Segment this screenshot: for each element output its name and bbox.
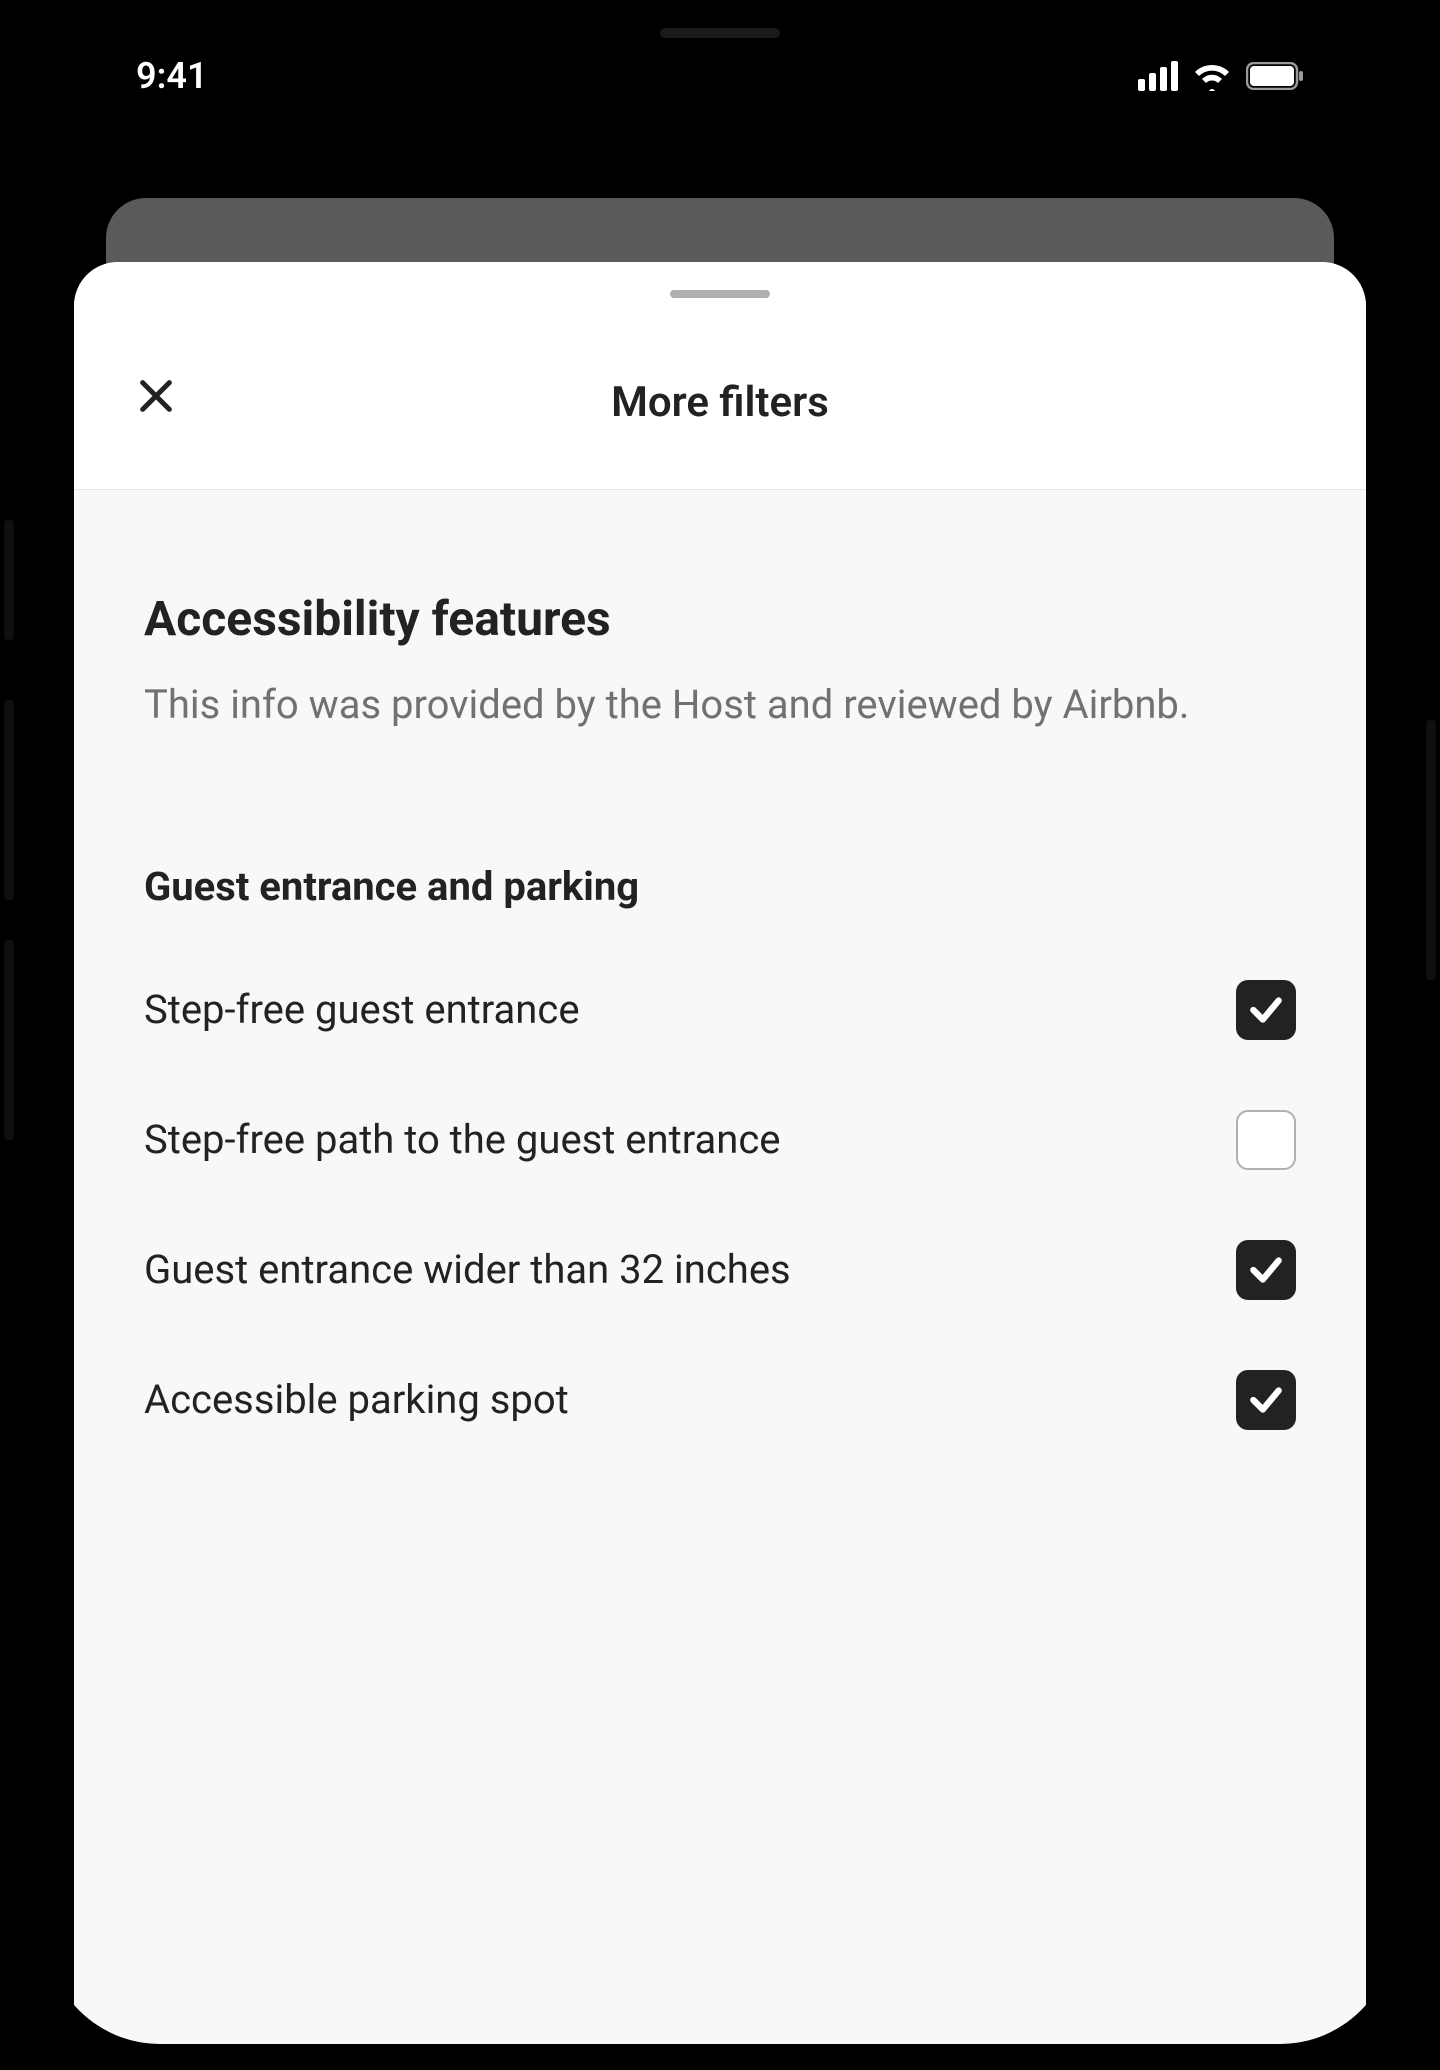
check-icon [1247, 1381, 1285, 1419]
filter-label: Accessible parking spot [144, 1373, 1196, 1427]
phone-side-button [1426, 720, 1436, 980]
cellular-signal-icon [1138, 61, 1178, 91]
filter-label: Step-free guest entrance [144, 983, 1196, 1037]
phone-speaker [660, 28, 780, 38]
phone-side-button [4, 700, 14, 900]
check-icon [1247, 1251, 1285, 1289]
wifi-icon [1192, 61, 1232, 91]
phone-side-button [4, 940, 14, 1140]
filter-row-step-free-path[interactable]: Step-free path to the guest entrance [144, 1110, 1296, 1170]
filter-row-wider-entrance[interactable]: Guest entrance wider than 32 inches [144, 1240, 1296, 1300]
sheet-body: Accessibility features This info was pro… [74, 490, 1366, 1430]
status-time: 9:41 [136, 55, 208, 97]
sheet-header: More filters [74, 262, 1366, 490]
filter-checkbox[interactable] [1236, 1110, 1296, 1170]
phone-screen: 9:41 [46, 6, 1394, 2044]
filter-checkbox[interactable] [1236, 1240, 1296, 1300]
battery-icon [1246, 62, 1304, 90]
filter-label: Guest entrance wider than 32 inches [144, 1243, 1196, 1297]
phone-side-button [4, 520, 14, 640]
filters-sheet: More filters Accessibility features This… [74, 262, 1366, 2044]
sheet-title: More filters [74, 378, 1366, 427]
section-description: This info was provided by the Host and r… [144, 677, 1296, 733]
filter-label: Step-free path to the guest entrance [144, 1113, 1196, 1167]
subsection-title: Guest entrance and parking [144, 863, 1296, 910]
status-indicators [1138, 61, 1304, 91]
filter-row-accessible-parking[interactable]: Accessible parking spot [144, 1370, 1296, 1430]
filter-checkbox[interactable] [1236, 1370, 1296, 1430]
section-title: Accessibility features [144, 590, 1296, 647]
sheet-grabber[interactable] [670, 290, 770, 298]
phone-frame: 9:41 [20, 0, 1420, 2070]
filter-checkbox[interactable] [1236, 980, 1296, 1040]
phone-notch [550, 6, 890, 62]
check-icon [1247, 991, 1285, 1029]
filter-row-step-free-entrance[interactable]: Step-free guest entrance [144, 980, 1296, 1040]
